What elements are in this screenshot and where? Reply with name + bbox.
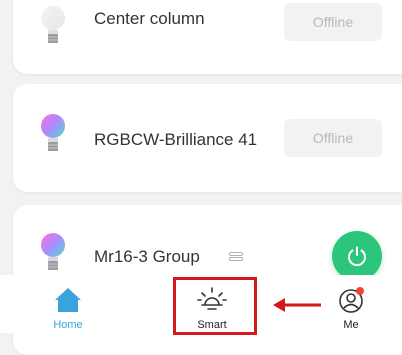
device-name: RGBCW-Brilliance 41: [94, 130, 258, 149]
tab-me-label: Me: [343, 319, 359, 331]
highlight-box: [173, 277, 257, 335]
tab-home-label: Home: [53, 319, 83, 331]
group-icon: [229, 252, 243, 261]
tab-home[interactable]: Home: [23, 275, 113, 333]
rgb-light-bulb-icon: [41, 114, 65, 151]
home-icon: [55, 288, 81, 312]
notification-dot-icon: [356, 287, 364, 295]
device-name: Mr16-3 Group: [94, 247, 200, 266]
offline-status-badge: Offline: [284, 119, 382, 157]
power-toggle-button[interactable]: [332, 231, 382, 281]
device-name: Center column: [94, 9, 205, 28]
power-icon: [348, 246, 366, 267]
rgb-light-bulb-icon: [41, 233, 65, 270]
profile-icon: [339, 287, 364, 313]
offline-status-badge: Offline: [284, 3, 382, 41]
red-arrow-icon: [273, 298, 321, 312]
light-bulb-icon: [41, 6, 65, 43]
